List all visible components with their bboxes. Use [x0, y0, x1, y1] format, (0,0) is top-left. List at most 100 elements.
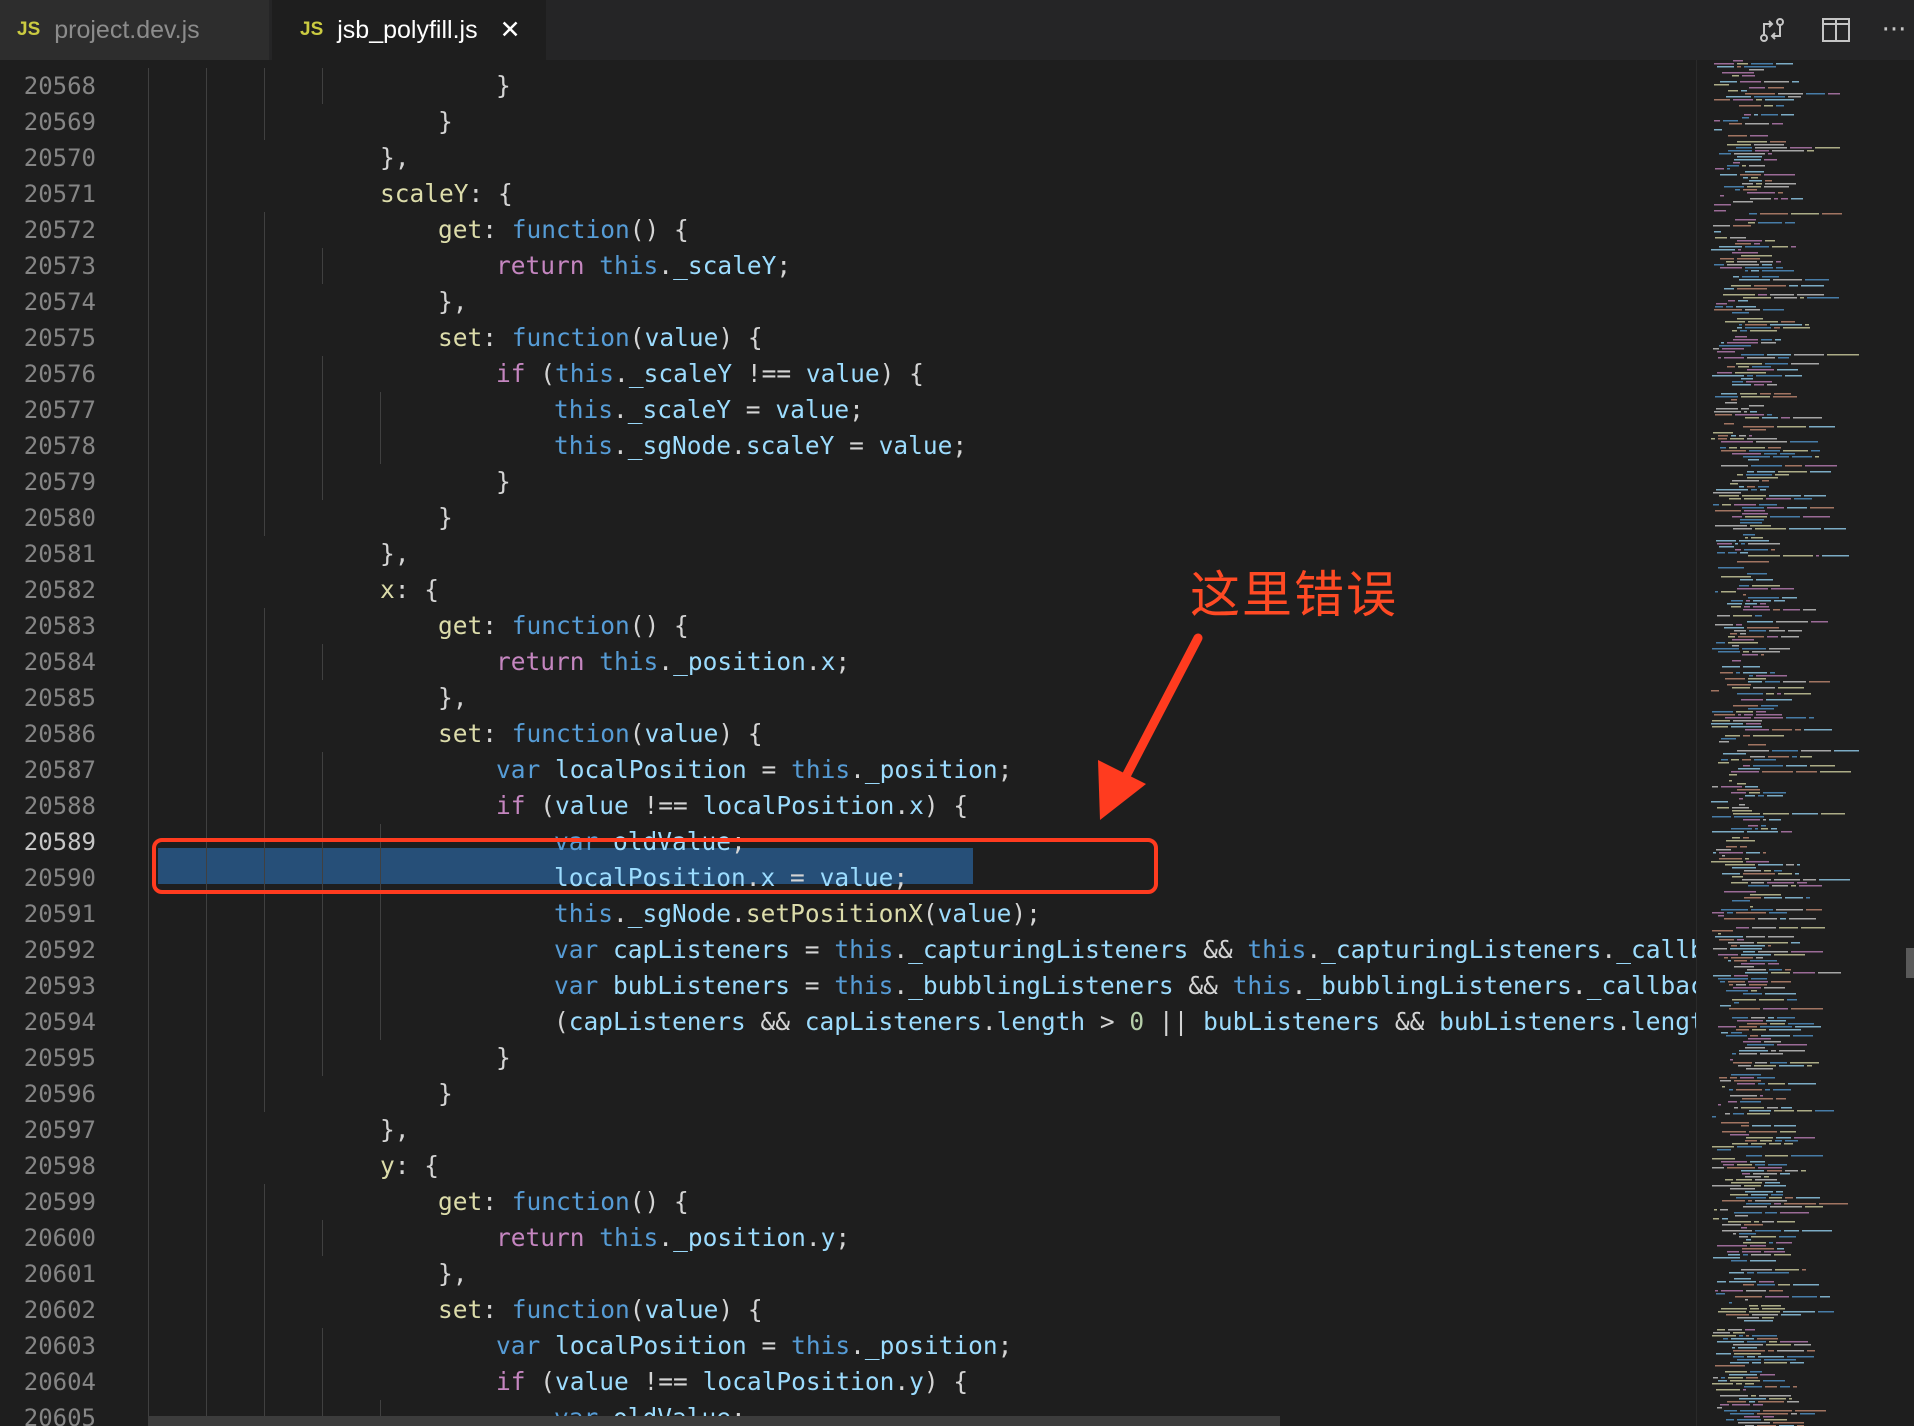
- indent-guide: [206, 1292, 207, 1328]
- code-text: set: function(value) {: [438, 323, 763, 352]
- line-number: 20579: [23, 468, 96, 496]
- code-line[interactable]: 20586 set: function(value) {: [0, 716, 1696, 752]
- split-editor-icon[interactable]: [1818, 12, 1854, 48]
- indent-guide: [206, 752, 207, 788]
- code-line[interactable]: 20599 get: function() {: [0, 1184, 1696, 1220]
- code-line[interactable]: 20601},: [0, 1256, 1696, 1292]
- minimap[interactable]: [1696, 60, 1914, 1426]
- code-line[interactable]: 20602 set: function(value) {: [0, 1292, 1696, 1328]
- line-number: 20576: [23, 360, 96, 388]
- indent-guide: [264, 896, 265, 932]
- code-text: get: function() {: [438, 611, 689, 640]
- code-line[interactable]: 20588 if (value !== localPosition.x) {: [0, 788, 1696, 824]
- code-line[interactable]: 20579}: [0, 464, 1696, 500]
- code-line[interactable]: 20597},: [0, 1112, 1696, 1148]
- code-line[interactable]: 20592 var capListeners = this._capturingL…: [0, 932, 1696, 968]
- code-line[interactable]: 20604 if (value !== localPosition.y) {: [0, 1364, 1696, 1400]
- code-text: set: function(value) {: [438, 1295, 763, 1324]
- code-line[interactable]: 20587 var localPosition = this._position;: [0, 752, 1696, 788]
- tab-project-dev-js[interactable]: JS project.dev.js: [0, 0, 270, 60]
- compare-changes-icon[interactable]: [1754, 12, 1790, 48]
- indent-guide: [148, 68, 149, 104]
- js-file-icon: JS: [17, 19, 41, 40]
- code-line[interactable]: 20583 get: function() {: [0, 608, 1696, 644]
- line-number: 20582: [23, 576, 96, 604]
- annotation-text: 这里错误: [1190, 566, 1398, 624]
- indent-guide: [322, 788, 323, 824]
- code-line[interactable]: 20570},: [0, 140, 1696, 176]
- indent-guide: [264, 1004, 265, 1040]
- line-number: 20577: [23, 396, 96, 424]
- vertical-scrollbar-thumb[interactable]: [1906, 948, 1914, 978]
- js-file-icon: JS: [300, 19, 324, 40]
- tab-jsb-polyfill-js[interactable]: JS jsb_polyfill.js ✕: [272, 0, 546, 60]
- indent-guide: [206, 428, 207, 464]
- code-line[interactable]: 20595}: [0, 1040, 1696, 1076]
- line-number: 20573: [23, 252, 96, 280]
- indent-guide: [148, 608, 149, 644]
- indent-guide: [206, 356, 207, 392]
- close-icon[interactable]: ✕: [500, 15, 521, 45]
- indent-guide: [206, 896, 207, 932]
- indent-guide: [206, 140, 207, 176]
- indent-guide: [322, 392, 323, 428]
- indent-guide: [322, 1328, 323, 1364]
- indent-guide: [206, 680, 207, 716]
- indent-guide: [264, 644, 265, 680]
- indent-guide: [148, 104, 149, 140]
- code-editor[interactable]: 20568} 20569} 20570}, 20571 scaleY: {20572 ge…: [0, 60, 1696, 1426]
- line-number: 20594: [23, 1008, 96, 1036]
- indent-guide: [148, 320, 149, 356]
- code-line[interactable]: 20596}: [0, 1076, 1696, 1112]
- indent-guide: [206, 104, 207, 140]
- code-line[interactable]: 20598 y: {: [0, 1148, 1696, 1184]
- code-line[interactable]: 20574},: [0, 284, 1696, 320]
- code-line[interactable]: 20600 return this._position.y;: [0, 1220, 1696, 1256]
- code-text: if (value !== localPosition.y) {: [496, 1367, 969, 1396]
- indent-guide: [206, 500, 207, 536]
- code-line[interactable]: 20585},: [0, 680, 1696, 716]
- code-line[interactable]: 20580}: [0, 500, 1696, 536]
- code-line[interactable]: 20572 get: function() {: [0, 212, 1696, 248]
- indent-guide: [264, 104, 265, 140]
- indent-guide: [264, 932, 265, 968]
- indent-guide: [264, 428, 265, 464]
- line-number: 20603: [23, 1332, 96, 1360]
- code-line[interactable]: 20571 scaleY: {: [0, 176, 1696, 212]
- line-number: 20598: [23, 1152, 96, 1180]
- indent-guide: [322, 428, 323, 464]
- code-line[interactable]: 20568}: [0, 68, 1696, 104]
- indent-guide: [148, 860, 149, 896]
- code-line[interactable]: 20581},: [0, 536, 1696, 572]
- code-line[interactable]: 20584 return this._position.x;: [0, 644, 1696, 680]
- code-line[interactable]: 20575 set: function(value) {: [0, 320, 1696, 356]
- horizontal-scrollbar[interactable]: [148, 1416, 1280, 1426]
- more-actions-icon[interactable]: ···: [1876, 12, 1912, 48]
- code-text: (capListeners && capListeners.length > 0…: [554, 1007, 1696, 1036]
- line-number: 20593: [23, 972, 96, 1000]
- indent-guide: [380, 392, 381, 428]
- code-line[interactable]: 20582 x: {: [0, 572, 1696, 608]
- indent-guide: [322, 248, 323, 284]
- line-number: 20605: [23, 1404, 96, 1426]
- code-text: },: [438, 683, 468, 712]
- indent-guide: [148, 140, 149, 176]
- line-number: 20571: [23, 180, 96, 208]
- indent-guide: [264, 1256, 265, 1292]
- line-number: 20585: [23, 684, 96, 712]
- code-line[interactable]: 20603 var localPosition = this._position;: [0, 1328, 1696, 1364]
- code-line[interactable]: 20578 this._sgNode.scaleY = value;: [0, 428, 1696, 464]
- indent-guide: [322, 644, 323, 680]
- minimap-preview: [1711, 60, 1859, 1426]
- code-line[interactable]: 20573 return this._scaleY;: [0, 248, 1696, 284]
- annotation-arrow-icon: [1098, 633, 1203, 820]
- code-line[interactable]: 20577 this._scaleY = value;: [0, 392, 1696, 428]
- code-line[interactable]: 20594 (capListeners && capListeners.lengt…: [0, 1004, 1696, 1040]
- code-line[interactable]: 20591 this._sgNode.setPositionX(value);: [0, 896, 1696, 932]
- line-number: 20591: [23, 900, 96, 928]
- indent-guide: [206, 1004, 207, 1040]
- code-line[interactable]: 20576 if (this._scaleY !== value) {: [0, 356, 1696, 392]
- code-line[interactable]: 20593 var bubListeners = this._bubblingLi…: [0, 968, 1696, 1004]
- code-line[interactable]: 20569}: [0, 104, 1696, 140]
- indent-guide: [206, 572, 207, 608]
